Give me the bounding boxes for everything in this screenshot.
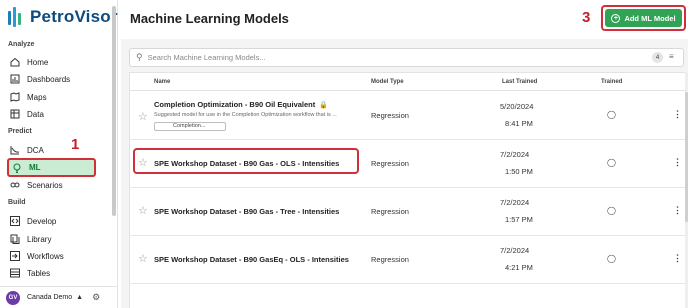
- chevron-up-icon[interactable]: ▲: [76, 294, 83, 301]
- models-table: Name Model Type Last Trained Trained ☆ C…: [129, 72, 686, 308]
- row-menu-icon[interactable]: ⋮: [673, 205, 682, 216]
- column-header-model-type[interactable]: Model Type: [371, 79, 404, 85]
- home-icon: [10, 57, 20, 67]
- model-name[interactable]: SPE Workshop Dataset - B90 GasEq - OLS -…: [154, 255, 349, 264]
- plus-circle-icon: +: [611, 13, 621, 23]
- sidebar-item-workflows[interactable]: Workflows: [10, 248, 106, 264]
- table-header: Name Model Type Last Trained Trained: [130, 73, 685, 91]
- sidebar-item-dca[interactable]: DCA: [10, 142, 106, 158]
- annotation-1: 1: [71, 136, 80, 153]
- sidebar-item-label: Home: [27, 57, 49, 67]
- model-name[interactable]: SPE Workshop Dataset - B90 Gas - Tree - …: [154, 207, 339, 216]
- table-row[interactable]: ☆ Completion Optimization - B90 Oil Equi…: [130, 92, 685, 140]
- table-icon: [10, 268, 20, 278]
- sidebar-item-dashboards[interactable]: Dashboards: [10, 71, 106, 87]
- sidebar-item-maps[interactable]: Maps: [10, 89, 106, 105]
- annotation-3: 3: [582, 9, 591, 26]
- search-icon: ⚲: [136, 52, 143, 62]
- model-type: Regression: [371, 111, 409, 120]
- gear-icon[interactable]: ⚙: [92, 292, 100, 303]
- app-name: PetroVisor: [30, 7, 118, 26]
- lightbulb-icon: ◯: [607, 110, 616, 119]
- result-count-badge: 4: [652, 52, 663, 63]
- add-ml-model-button[interactable]: + Add ML Model: [605, 9, 682, 27]
- table-row[interactable]: ☆ SPE Workshop Dataset - B90 Gas - Tree …: [130, 188, 685, 236]
- search-bar[interactable]: ⚲: [129, 48, 684, 67]
- dashboard-icon: [10, 74, 20, 84]
- last-trained-time: 1:50 PM: [505, 167, 533, 176]
- model-type: Regression: [371, 207, 409, 216]
- user-bar: GV Canada Demo ▲ ⚙: [0, 286, 117, 308]
- column-header-last-trained[interactable]: Last Trained: [502, 79, 537, 85]
- last-trained-time: 8:41 PM: [505, 119, 533, 128]
- model-description: Suggested model for use in the Completio…: [154, 112, 337, 118]
- scenarios-icon: [10, 180, 20, 190]
- last-trained-time: 4:21 PM: [505, 263, 533, 272]
- avatar[interactable]: GV: [6, 290, 20, 305]
- lightbulb-icon: [12, 163, 22, 173]
- section-label-build: Build: [8, 199, 26, 206]
- last-trained-date: 7/2/2024: [500, 198, 530, 207]
- star-icon[interactable]: ☆: [138, 204, 148, 217]
- add-ml-model-label: Add ML Model: [624, 13, 676, 23]
- sidebar-item-home[interactable]: Home: [10, 54, 106, 70]
- filter-icon[interactable]: ≡: [669, 52, 674, 61]
- app-logo[interactable]: PetroVisor: [8, 6, 118, 28]
- row-menu-icon[interactable]: ⋮: [673, 253, 682, 264]
- model-name[interactable]: SPE Workshop Dataset - B90 Gas - OLS - I…: [154, 159, 339, 168]
- sidebar-item-label: Maps: [27, 92, 47, 102]
- star-icon[interactable]: ☆: [138, 156, 148, 169]
- star-icon[interactable]: ☆: [138, 110, 148, 123]
- data-icon: [10, 109, 20, 119]
- workflow-icon: [10, 251, 20, 261]
- model-name[interactable]: Completion Optimization - B90 Oil Equiva…: [154, 100, 328, 109]
- code-icon: [10, 216, 20, 226]
- add-button-highlight: + Add ML Model: [601, 5, 686, 31]
- section-label-analyze: Analyze: [8, 41, 35, 48]
- last-trained-date: 7/2/2024: [500, 150, 530, 159]
- star-icon[interactable]: ☆: [138, 252, 148, 265]
- row-menu-icon[interactable]: ⋮: [673, 157, 682, 168]
- sidebar-item-develop[interactable]: Develop: [10, 213, 106, 229]
- chart-line-icon: [10, 145, 20, 155]
- lock-icon: 🔒: [319, 102, 328, 109]
- workspace-selector[interactable]: Canada Demo: [27, 294, 72, 301]
- search-input[interactable]: [147, 53, 628, 62]
- model-type: Regression: [371, 255, 409, 264]
- sidebar-item-label: ML: [29, 163, 41, 172]
- sidebar-item-tables[interactable]: Tables: [10, 265, 106, 281]
- section-label-predict: Predict: [8, 128, 32, 135]
- sidebar-scrollbar[interactable]: [112, 6, 116, 216]
- sidebar-item-label: Develop: [27, 216, 57, 226]
- sidebar-item-label: Dashboards: [27, 74, 71, 84]
- library-icon: [10, 234, 20, 244]
- map-icon: [10, 92, 20, 102]
- page-title: Machine Learning Models: [130, 11, 289, 26]
- model-type: Regression: [371, 159, 409, 168]
- last-trained-date: 7/2/2024: [500, 246, 530, 255]
- workflow-tag[interactable]: Completion...: [154, 122, 226, 131]
- sidebar-item-label: DCA: [27, 145, 44, 155]
- sidebar-item-data[interactable]: Data: [10, 106, 106, 122]
- sidebar-item-scenarios[interactable]: Scenarios: [10, 177, 106, 193]
- logo-icon: [8, 7, 24, 27]
- table-row[interactable]: ☆ SPE Workshop Dataset - B90 Gas - OLS -…: [130, 140, 685, 188]
- column-header-name[interactable]: Name: [154, 79, 170, 85]
- lightbulb-icon: ◯: [607, 158, 616, 167]
- sidebar-item-library[interactable]: Library: [10, 231, 106, 247]
- last-trained-time: 1:57 PM: [505, 215, 533, 224]
- lightbulb-icon: ◯: [607, 254, 616, 263]
- last-trained-date: 5/20/2024: [500, 102, 534, 111]
- row-menu-icon[interactable]: ⋮: [673, 109, 682, 120]
- sidebar: PetroVisor Analyze Home Dashboards Maps …: [0, 0, 118, 308]
- sidebar-item-label: Data: [27, 109, 44, 119]
- table-row[interactable]: ☆ SPE Workshop Dataset - B90 GasEq - OLS…: [130, 236, 685, 284]
- sidebar-item-ml[interactable]: ML: [7, 158, 96, 177]
- column-header-trained[interactable]: Trained: [601, 79, 622, 85]
- sidebar-item-label: Scenarios: [27, 180, 63, 190]
- lightbulb-icon: ◯: [607, 206, 616, 215]
- sidebar-item-label: Tables: [27, 268, 51, 278]
- sidebar-item-label: Workflows: [27, 251, 64, 261]
- sidebar-item-label: Library: [27, 234, 52, 244]
